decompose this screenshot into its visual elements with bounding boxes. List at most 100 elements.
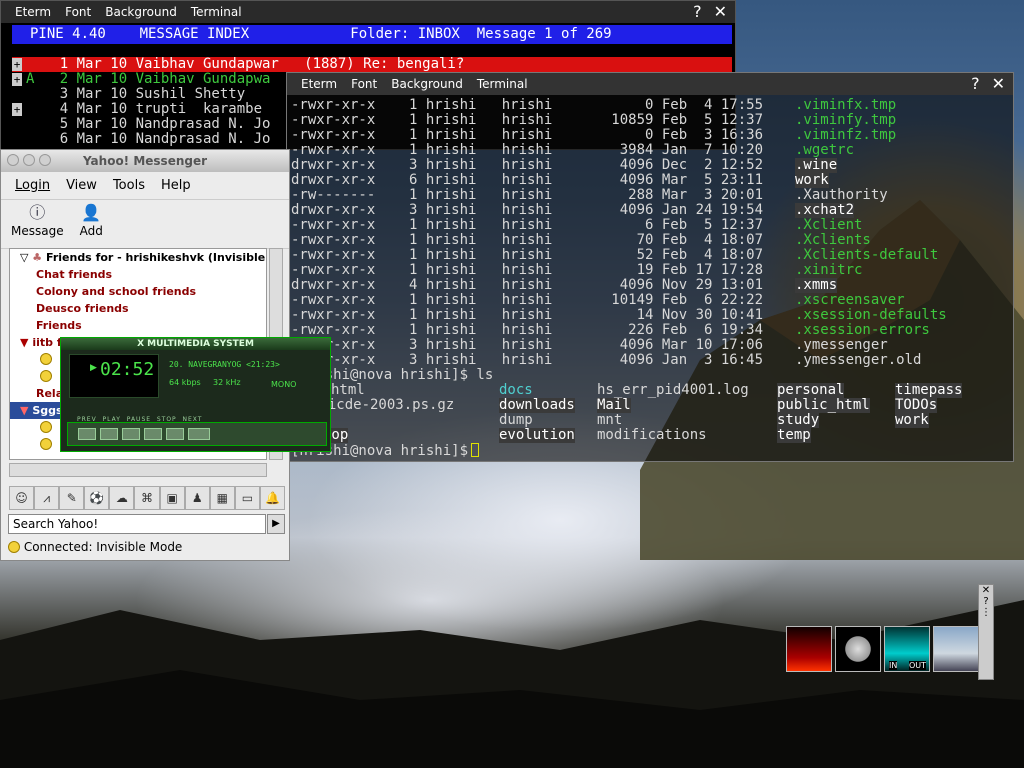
eterm-pine-titlebar[interactable]: Eterm Font Background Terminal ? ✕ (1, 1, 735, 23)
add-button-label: Add (79, 224, 103, 238)
prev-button[interactable] (78, 428, 96, 440)
group-deusco[interactable]: Deusco friends (10, 300, 266, 317)
help-icon[interactable]: ? (979, 596, 993, 607)
briefcase-tab-icon[interactable]: ▣ (159, 486, 185, 510)
file-name: .wine (795, 157, 838, 173)
friends-tab-icon[interactable]: ☺ (9, 486, 35, 510)
thread-plus-icon[interactable]: + (12, 73, 22, 86)
eterm-menu-eterm[interactable]: Eterm (301, 77, 337, 91)
file-name: .ymessenger.old (795, 352, 922, 368)
connection-status-text: Connected: Invisible Mode (23, 540, 183, 554)
eterm-menu-eterm[interactable]: Eterm (15, 5, 51, 19)
news-tab-icon[interactable]: ✎ (59, 486, 85, 510)
shell-input-line[interactable]: [hrishi@nova hrishi]$ (291, 443, 1011, 459)
help-icon[interactable]: ? (693, 2, 702, 21)
smiley-status-icon (40, 370, 52, 382)
thread-plus-icon[interactable]: + (12, 58, 22, 71)
eterm-menu-background[interactable]: Background (391, 77, 463, 91)
moon-phase-applet[interactable] (835, 626, 881, 672)
xmms-player-window[interactable]: X MULTIMEDIA SYSTEM 02:52 ▶ 20. NAVEGRAN… (60, 337, 331, 452)
xmms-time-display[interactable]: 02:52 ▶ (69, 354, 159, 398)
menu-help[interactable]: Help (161, 178, 191, 193)
alerts-bell-icon[interactable]: 🔔 (259, 486, 286, 510)
file-listing-row: drwxr-xr-x 3 hrishi hrishi 4096 Jan 3 16… (291, 353, 1011, 368)
next-button[interactable] (166, 428, 184, 440)
file-perms: -rwxr-xr-x 1 hrishi hrishi 226 Feb 6 19:… (291, 322, 764, 338)
collapse-triangle-icon[interactable]: ▼ (20, 336, 28, 349)
friends-tree-header[interactable]: ▽ ♣ Friends for - hrishikeshvk (Invisibl… (10, 249, 266, 266)
group-friends[interactable]: Friends (10, 317, 266, 334)
search-go-arrow-icon[interactable]: ▶ (267, 514, 285, 534)
calendar-tab-icon[interactable]: ▦ (209, 486, 235, 510)
smiley-status-icon (40, 438, 52, 450)
xmms-titlebar[interactable]: X MULTIMEDIA SYSTEM (61, 338, 330, 350)
file-listing-row: drwxr-xr-x 3 hrishi hrishi 4096 Mar 10 1… (291, 338, 1011, 353)
cpu-fire-applet[interactable] (786, 626, 832, 672)
file-listing-row: -rwxr-xr-x 1 hrishi hrishi 3984 Jan 7 10… (291, 143, 1011, 158)
terminal-output[interactable]: -rwxr-xr-x 1 hrishi hrishi 0 Feb 4 17:55… (291, 97, 1011, 459)
stocks-tab-icon[interactable]: ⩘ (34, 486, 60, 510)
search-input[interactable]: Search Yahoo! (8, 514, 266, 534)
file-perms: -rwxr-xr-x 1 hrishi hrishi 6 Feb 5 12:37 (291, 217, 764, 233)
file-perms: -rwxr-xr-x 1 hrishi hrishi 10149 Feb 6 2… (291, 292, 764, 308)
eterm-menu-terminal[interactable]: Terminal (191, 5, 242, 19)
close-icon[interactable]: ✕ (979, 585, 993, 596)
pause-button[interactable] (122, 428, 140, 440)
terminal-cursor[interactable] (471, 443, 480, 457)
yahoo-title: Yahoo! Messenger (82, 154, 208, 168)
window-minimize-dot-icon[interactable] (23, 154, 35, 166)
file-name: .xinitrc (795, 262, 863, 278)
menu-login[interactable]: Login (15, 178, 50, 193)
collapse-triangle-icon[interactable]: ▼ (20, 404, 28, 417)
friends-horizontal-scrollbar[interactable] (9, 463, 267, 477)
add-button[interactable]: 👤 Add (80, 204, 103, 244)
eterm-shell-window[interactable]: Eterm Font Background Terminal ? ✕ -rwxr… (286, 72, 1014, 462)
help-icon[interactable]: ? (971, 74, 980, 93)
menu-tools[interactable]: Tools (113, 178, 145, 193)
ls-entry: study (777, 412, 820, 428)
eterm-menu-terminal[interactable]: Terminal (477, 77, 528, 91)
close-icon[interactable]: ✕ (714, 2, 727, 21)
pine-message-row[interactable]: + 1 Mar 10 Vaibhav Gundapwar (1887) Re: … (12, 57, 732, 72)
ls-entry: Mail (597, 397, 631, 413)
file-perms: drwxr-xr-x 6 hrishi hrishi 4096 Mar 5 23… (291, 172, 764, 188)
xmms-controls (67, 422, 327, 446)
ls-entry: html (331, 382, 365, 398)
ls-entry: docs (499, 382, 533, 398)
xmms-song-title[interactable]: 20. NAVEGRANYOG <21:23> (169, 360, 280, 369)
ls-entry: downloads (499, 397, 575, 413)
eject-button[interactable] (188, 428, 210, 440)
eterm-shell-titlebar[interactable]: Eterm Font Background Terminal ? ✕ (287, 73, 1013, 95)
message-button[interactable]: ⓘ Message (11, 204, 64, 244)
bookmarks-tab-icon[interactable]: ⌘ (134, 486, 160, 510)
eterm-menu-background[interactable]: Background (105, 5, 177, 19)
ls-entry: work (895, 412, 929, 428)
eterm-menu-font[interactable]: Font (351, 77, 377, 91)
stop-button[interactable] (144, 428, 162, 440)
file-perms: -rwxr-xr-x 1 hrishi hrishi 70 Feb 4 18:0… (291, 232, 764, 248)
menu-view[interactable]: View (66, 178, 97, 193)
file-name: work (795, 172, 829, 188)
group-colony-school[interactable]: Colony and school friends (10, 283, 266, 300)
yahoo-titlebar[interactable]: Yahoo! Messenger (1, 150, 289, 172)
xmms-time: 02:52 (100, 359, 155, 380)
file-name: .Xclient (795, 217, 863, 233)
dock-controls[interactable]: ✕? ⋮ (978, 584, 994, 680)
thread-plus-icon[interactable]: + (12, 103, 22, 116)
play-button[interactable] (100, 428, 118, 440)
window-zoom-dot-icon[interactable] (39, 154, 51, 166)
wallpaper-thumbnail-applet[interactable] (933, 626, 979, 672)
network-inout-applet[interactable]: IN OUT (884, 626, 930, 672)
file-listing-row: -rwxr-xr-x 1 hrishi hrishi 10859 Feb 5 1… (291, 113, 1011, 128)
sports-tab-icon[interactable]: ⚽ (84, 486, 110, 510)
group-chat-friends[interactable]: Chat friends (10, 266, 266, 283)
friends-header-label: Friends for - hrishikeshvk (Invisible Mo… (46, 251, 266, 264)
web-tab-icon[interactable]: ▭ (234, 486, 260, 510)
close-icon[interactable]: ✕ (992, 74, 1005, 93)
window-close-dot-icon[interactable] (7, 154, 19, 166)
slider-handle-icon[interactable]: ⋮ (979, 607, 993, 618)
eterm-menu-font[interactable]: Font (65, 5, 91, 19)
weather-tab-icon[interactable]: ☁ (109, 486, 135, 510)
people-tab-icon[interactable]: ♟ (184, 486, 210, 510)
file-name: .viminfx.tmp (795, 97, 897, 113)
